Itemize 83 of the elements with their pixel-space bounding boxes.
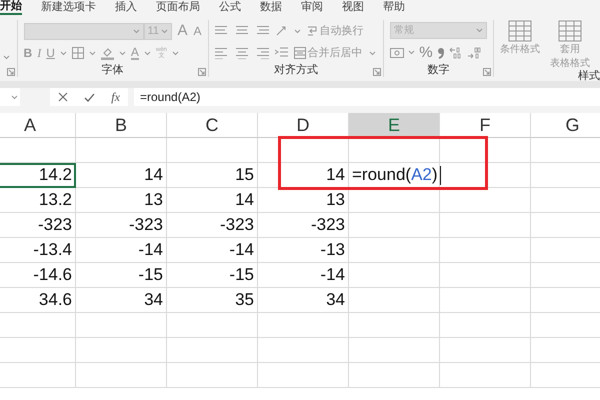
table-cell[interactable]: -13 [258,238,349,263]
table-cell[interactable]: 34 [76,288,167,313]
name-box[interactable] [0,88,20,106]
caret-icon[interactable] [60,50,67,56]
group-label: 字体 [102,64,124,77]
ribbon-tab[interactable]: 审阅 [301,0,323,15]
align-center-icon[interactable] [234,47,249,59]
ribbon-tab[interactable]: 视图 [342,0,364,15]
caret-icon[interactable] [132,28,140,34]
column-header[interactable]: E [349,113,440,138]
ribbon-tab[interactable]: 页面布局 [156,0,200,15]
borders-icon[interactable] [72,47,84,60]
table-cell[interactable]: -14 [167,238,258,263]
caret-icon[interactable] [11,94,18,100]
column-header[interactable]: D [258,113,349,138]
align-bottom-icon[interactable] [254,25,269,37]
table-cell[interactable]: 13.2 [0,188,76,213]
caret-icon[interactable] [368,50,376,56]
text-direction-icon[interactable] [274,25,288,37]
table-cell[interactable]: -15 [76,263,167,288]
dialog-launcher-icon[interactable] [198,68,206,76]
cancel-icon[interactable] [58,92,68,102]
caret-icon[interactable] [144,50,151,56]
caret-icon[interactable] [408,50,416,56]
dialog-launcher-icon[interactable] [483,68,492,76]
increase-decimal-icon[interactable] [448,46,463,59]
align-left-icon[interactable] [214,47,229,59]
group-label: 对齐方式 [274,64,318,77]
table-cell[interactable]: -14 [258,263,349,288]
font-name-field[interactable] [24,22,144,40]
table-cell[interactable]: -15 [167,263,258,288]
currency-icon[interactable] [390,46,404,59]
column-header[interactable]: C [167,113,258,138]
merge-cells-icon [294,47,306,59]
indent-icon[interactable] [274,47,288,59]
table-cell[interactable]: 13 [76,188,167,213]
table-cell[interactable]: 14 [167,188,258,213]
decrease-decimal-icon[interactable] [466,46,481,59]
table-cell[interactable]: 34 [258,288,349,313]
table-cell[interactable]: 15 [167,163,258,188]
caret-icon[interactable] [118,50,126,56]
table-cell[interactable]: 14 [76,163,167,188]
table-grid-icon [558,20,582,42]
table-cell[interactable]: -14 [76,238,167,263]
caret-icon[interactable] [160,28,168,34]
caret-icon[interactable] [294,28,301,34]
table-cell[interactable]: -14.6 [0,263,76,288]
column-header[interactable]: A [0,113,76,138]
table-cell[interactable]: -323 [167,213,258,238]
table-cell[interactable]: -13.4 [0,238,76,263]
dialog-launcher-icon[interactable] [373,68,382,76]
table-cell[interactable]: -323 [258,213,349,238]
comma-style-icon[interactable] [436,46,445,59]
wrap-text-icon [306,25,318,37]
fill-color-icon[interactable] [100,46,114,60]
column-header[interactable]: B [76,113,167,138]
table-grid-icon [508,20,532,42]
ribbon-tab[interactable]: 帮助 [383,0,405,15]
caret-icon[interactable] [88,50,96,56]
table-cell[interactable]: 13 [258,188,349,213]
insert-function-button[interactable]: fx [111,88,120,106]
group-label: 数字 [428,64,450,77]
table-cell[interactable]: 14.2 [0,163,76,188]
caret-icon[interactable] [476,28,484,34]
enter-icon[interactable] [84,92,96,102]
table-cell[interactable]: 35 [167,288,258,313]
group-label: 样式 [578,70,600,83]
table-cell[interactable]: 34.6 [0,288,76,313]
dialog-launcher-icon[interactable] [6,68,15,76]
table-cell[interactable]: 14 [258,163,349,188]
align-middle-icon[interactable] [234,25,249,37]
ribbon-tab[interactable]: 公式 [219,0,241,15]
table-cell[interactable]: -323 [76,213,167,238]
table-cell[interactable]: -323 [0,213,76,238]
align-right-icon[interactable] [254,47,269,59]
caret-icon[interactable] [172,50,179,56]
caret-icon[interactable] [3,55,10,60]
ribbon-tab[interactable]: 数据 [260,0,282,15]
cell-editor[interactable]: =round(A2) [349,163,440,188]
ribbon-tab[interactable]: 新建选项卡 [41,0,96,15]
align-top-icon[interactable] [214,25,229,37]
formula-field[interactable]: =round(A2) [134,88,600,106]
ribbon-tab[interactable]: 插入 [115,0,137,15]
